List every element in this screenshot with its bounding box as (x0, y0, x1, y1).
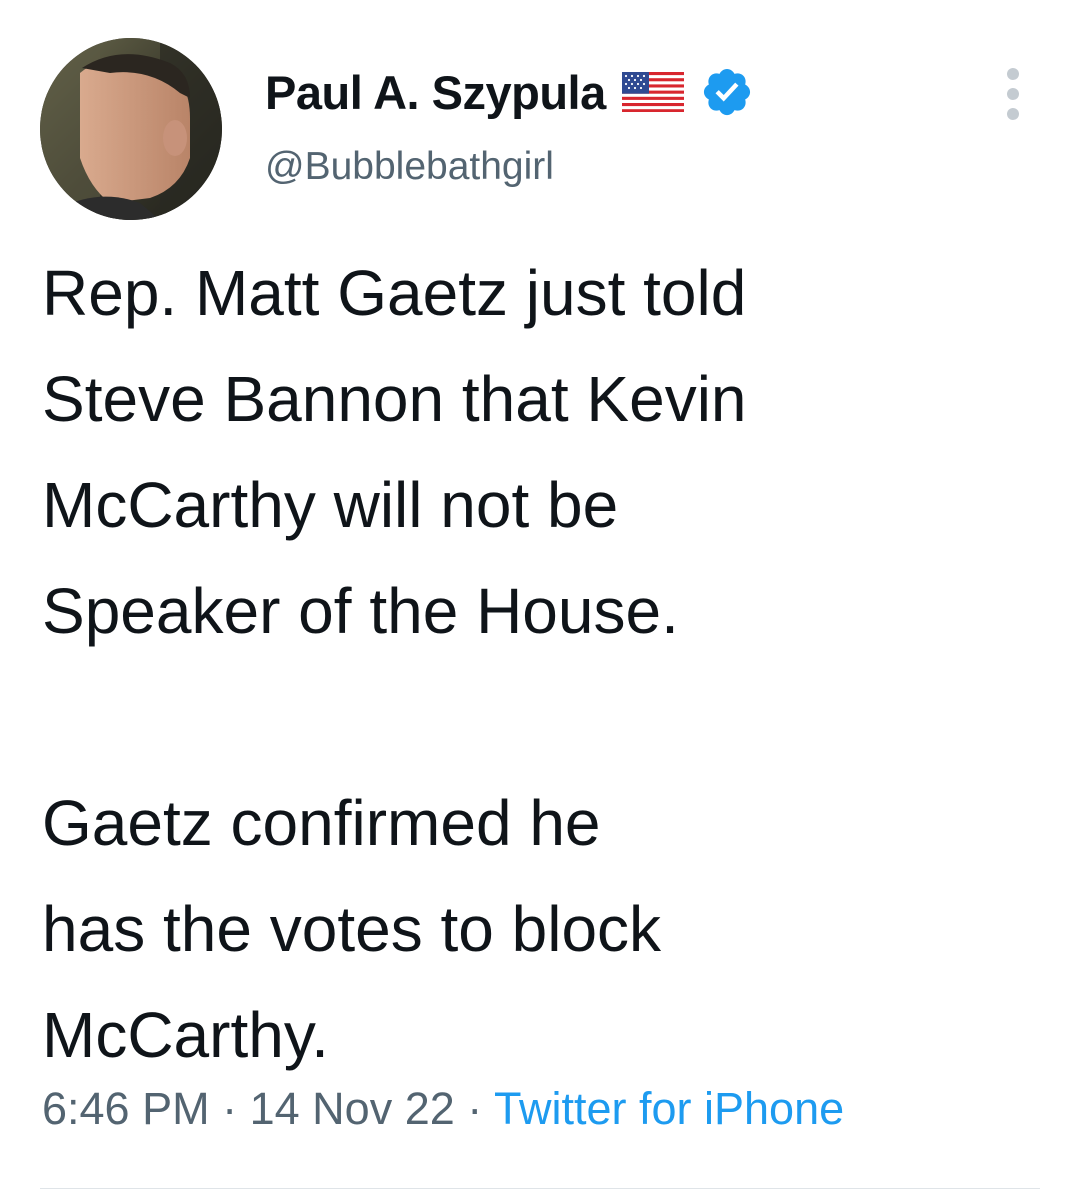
divider (40, 1188, 1040, 1189)
more-dot-icon (1007, 68, 1019, 80)
avatar[interactable] (40, 38, 222, 220)
meta-separator: · (467, 1083, 483, 1134)
more-options-button[interactable] (998, 68, 1028, 120)
tweet-paragraph: Gaetz confirmed he has the votes to bloc… (42, 770, 1052, 1088)
tweet-line: Steve Bannon that Kevin (42, 363, 747, 435)
tweet-paragraph: Rep. Matt Gaetz just told Steve Bannon t… (42, 240, 1052, 664)
author-handle[interactable]: @Bubblebathgirl (265, 145, 554, 189)
author-name-row[interactable]: Paul A. Szypula (265, 62, 754, 122)
us-flag-icon (621, 72, 684, 112)
more-dot-icon (1007, 108, 1019, 120)
tweet-line: has the votes to block (42, 893, 662, 965)
tweet-line: McCarthy will not be (42, 469, 619, 541)
tweet-line: McCarthy. (42, 999, 329, 1071)
tweet-line: Rep. Matt Gaetz just told (42, 257, 747, 329)
more-dot-icon (1007, 88, 1019, 100)
meta-separator: · (222, 1083, 238, 1134)
tweet-line: Gaetz confirmed he (42, 787, 601, 859)
author-display-name[interactable]: Paul A. Szypula (265, 65, 606, 120)
tweet-text: Rep. Matt Gaetz just told Steve Bannon t… (42, 240, 1052, 1088)
tweet-source-link[interactable]: Twitter for iPhone (494, 1083, 844, 1134)
tweet-time[interactable]: 6:46 PM (42, 1083, 210, 1134)
tweet-line: Speaker of the House. (42, 575, 679, 647)
verified-badge-icon[interactable] (700, 65, 754, 119)
avatar-image (40, 38, 222, 220)
tweet-date[interactable]: 14 Nov 22 (250, 1083, 455, 1134)
tweet-meta: 6:46 PM · 14 Nov 22 · Twitter for iPhone (42, 1083, 844, 1135)
